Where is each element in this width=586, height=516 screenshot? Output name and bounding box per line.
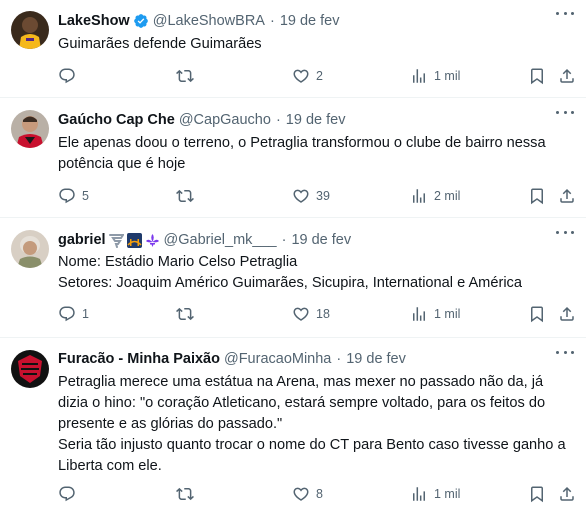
avatar[interactable] (11, 11, 49, 49)
share-button[interactable] (558, 304, 576, 324)
retweet-button[interactable] (176, 186, 200, 206)
reply-icon (58, 187, 76, 205)
share-button[interactable] (558, 66, 576, 86)
tweet-capgaucho[interactable]: Gaúcho Cap Che @CapGaucho · 19 de fev El… (0, 98, 586, 218)
author-name[interactable]: LakeShow (58, 13, 130, 29)
bookmark-icon (528, 187, 546, 205)
share-icon (558, 67, 576, 85)
bookmark-button[interactable] (528, 304, 546, 324)
author-handle[interactable]: @Gabriel_mk___ (164, 232, 277, 248)
more-icon[interactable] (556, 10, 574, 16)
share-icon (558, 485, 576, 503)
bookmark-button[interactable] (528, 66, 546, 86)
reply-button[interactable]: 1 (58, 304, 89, 324)
views-count: 1 mil (434, 487, 461, 501)
like-count: 18 (316, 307, 330, 321)
retweet-icon (176, 67, 194, 85)
reply-button[interactable] (58, 484, 82, 504)
tweet-text: Ele apenas doou o terreno, o Petraglia t… (58, 135, 546, 172)
retweet-icon (176, 485, 194, 503)
bookmark-button[interactable] (528, 484, 546, 504)
author-name[interactable]: Gaúcho Cap Che (58, 112, 175, 128)
verified-badge-icon (133, 13, 149, 29)
share-button[interactable] (558, 484, 576, 504)
like-icon (292, 187, 310, 205)
tweet-date[interactable]: 19 de fev (286, 112, 346, 128)
share-button[interactable] (558, 186, 576, 206)
like-button[interactable]: 8 (292, 484, 323, 504)
retweet-icon (176, 187, 194, 205)
separator-dot: · (269, 13, 275, 29)
separator-dot: · (336, 351, 342, 367)
retweet-button[interactable] (176, 66, 200, 86)
avatar[interactable] (11, 110, 49, 148)
author-name[interactable]: gabriel (58, 232, 106, 248)
views-count: 2 mil (434, 189, 461, 203)
like-button[interactable]: 2 (292, 66, 323, 86)
reply-button[interactable] (58, 66, 82, 86)
like-button[interactable]: 18 (292, 304, 330, 324)
bookmark-button[interactable] (528, 186, 546, 206)
action-bar: 8 1 mil (58, 484, 578, 504)
views-icon (410, 305, 428, 323)
views-count: 1 mil (434, 307, 461, 321)
more-icon[interactable] (556, 229, 574, 235)
tweet-gabriel[interactable]: gabriel @Gabriel_mk___ · 19 de fev Nome:… (0, 218, 586, 338)
reply-button[interactable]: 5 (58, 186, 89, 206)
like-count: 8 (316, 487, 323, 501)
views-count: 1 mil (434, 69, 461, 83)
tweet-lakeshow[interactable]: LakeShow @LakeShowBRA · 19 de fev Guimar… (0, 0, 586, 98)
fleur-de-lis-emoji-icon (145, 233, 160, 248)
tweet-text: Guimarães defende Guimarães (58, 36, 262, 52)
views-button[interactable]: 2 mil (410, 186, 460, 206)
retweet-button[interactable] (176, 484, 200, 504)
share-icon (558, 187, 576, 205)
author-handle[interactable]: @CapGaucho (179, 112, 271, 128)
retweet-icon (176, 305, 194, 323)
author-handle[interactable]: @LakeShowBRA (153, 13, 265, 29)
more-icon[interactable] (556, 109, 574, 115)
separator-dot: · (281, 232, 287, 248)
views-button[interactable]: 1 mil (410, 304, 460, 324)
like-count: 39 (316, 189, 330, 203)
action-bar: 2 1 mil (58, 66, 578, 86)
views-icon (410, 187, 428, 205)
action-bar: 1 18 1 mil (58, 304, 578, 324)
tweet-text: Nome: Estádio Mario Celso Petraglia Seto… (58, 254, 522, 291)
reply-count: 1 (82, 307, 89, 321)
share-icon (558, 305, 576, 323)
views-button[interactable]: 1 mil (410, 484, 460, 504)
tweet-text: Petraglia merece uma estátua na Arena, m… (58, 374, 566, 474)
tweet-date[interactable]: 19 de fev (280, 13, 340, 29)
bookmark-icon (528, 485, 546, 503)
reply-icon (58, 305, 76, 323)
like-count: 2 (316, 69, 323, 83)
more-icon[interactable] (556, 349, 574, 355)
views-icon (410, 485, 428, 503)
avatar[interactable] (11, 230, 49, 268)
bridge-at-night-emoji-icon (126, 232, 142, 248)
like-icon (292, 305, 310, 323)
reply-icon (58, 485, 76, 503)
like-button[interactable]: 39 (292, 186, 330, 206)
views-button[interactable]: 1 mil (410, 66, 460, 86)
like-icon (292, 67, 310, 85)
like-icon (292, 485, 310, 503)
reply-count: 5 (82, 189, 89, 203)
tweet-date[interactable]: 19 de fev (346, 351, 406, 367)
bookmark-icon (528, 67, 546, 85)
reply-icon (58, 67, 76, 85)
retweet-button[interactable] (176, 304, 200, 324)
tornado-emoji-icon (108, 233, 125, 248)
bookmark-icon (528, 305, 546, 323)
views-icon (410, 67, 428, 85)
author-name[interactable]: Furacão - Minha Paixão (58, 351, 220, 367)
avatar[interactable] (11, 350, 49, 388)
separator-dot: · (275, 112, 281, 128)
tweet-date[interactable]: 19 de fev (291, 232, 351, 248)
action-bar: 5 39 2 mil (58, 186, 578, 206)
author-handle[interactable]: @FuracaoMinha (224, 351, 331, 367)
tweet-furacaominha[interactable]: Furacão - Minha Paixão @FuracaoMinha · 1… (0, 338, 586, 516)
